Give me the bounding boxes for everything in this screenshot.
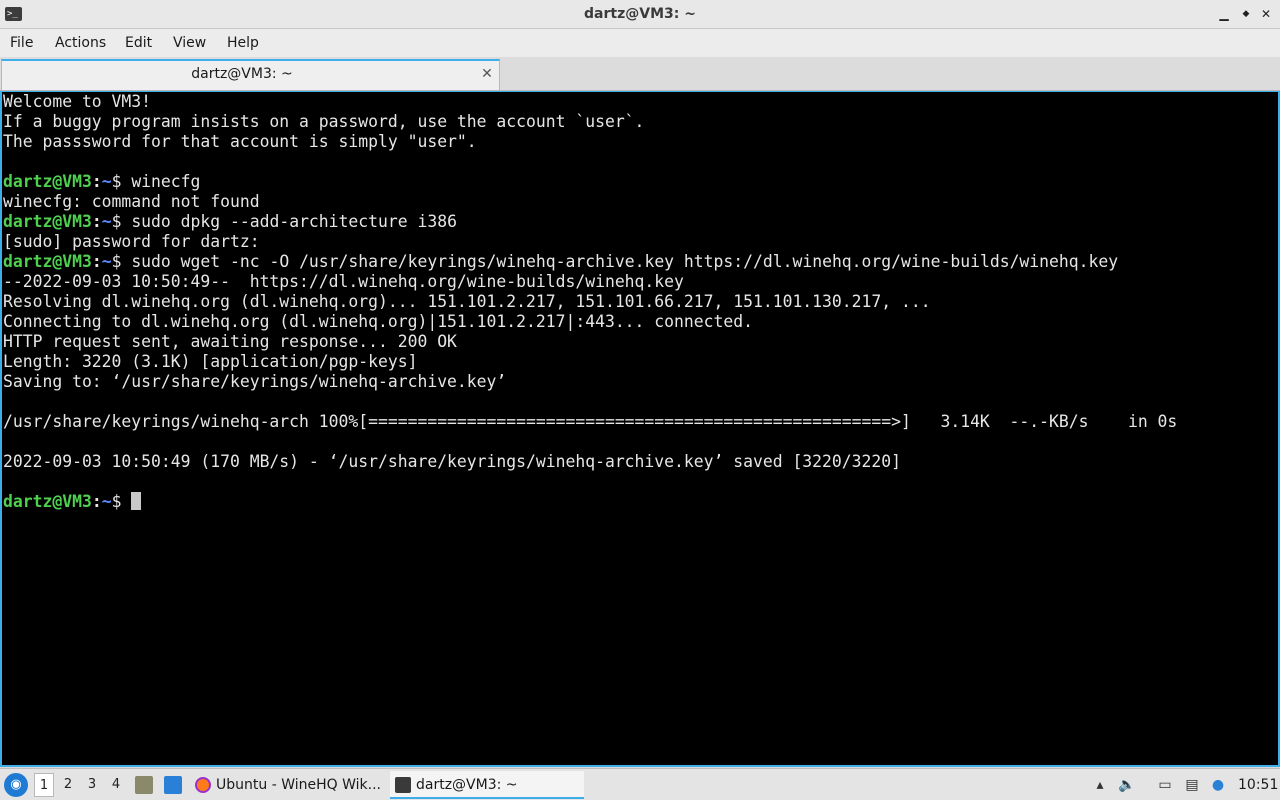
terminal-command-line: dartz@VM3:~$ winecfg [3, 172, 1278, 192]
tab-bar: dartz@VM3: ~ ✕ [0, 57, 1280, 91]
file-manager-icon[interactable] [135, 776, 153, 794]
window-title: dartz@VM3: ~ [584, 6, 696, 22]
menu-file[interactable]: File [10, 29, 33, 57]
terminal-output-line: Saving to: ‘/usr/share/keyrings/winehq-a… [3, 372, 507, 391]
tab-label: dartz@VM3: ~ [191, 66, 293, 82]
terminal-current-prompt: dartz@VM3:~$ [3, 492, 1278, 512]
prompt-separator: : [91, 492, 102, 511]
task-firefox-label: Ubuntu - WineHQ Wik... [216, 777, 381, 793]
menu-help[interactable]: Help [227, 29, 259, 57]
prompt-path: ~ [101, 172, 112, 191]
command-text: sudo wget -nc -O /usr/share/keyrings/win… [131, 252, 1119, 271]
command-text: winecfg [131, 172, 201, 191]
menu-bar: File Actions Edit View Help [0, 29, 1280, 57]
workspace-3[interactable]: 3 [82, 773, 102, 797]
close-button[interactable]: ✕ [1258, 6, 1274, 22]
minimize-button[interactable]: ▁ [1216, 6, 1232, 22]
terminal-view[interactable]: Welcome to VM3! If a buggy program insist… [0, 91, 1280, 767]
maximize-button[interactable]: ◆ [1238, 6, 1254, 22]
menu-edit[interactable]: Edit [125, 29, 152, 57]
tab-terminal[interactable]: dartz@VM3: ~ ✕ [1, 59, 500, 90]
terminal-output-line: HTTP request sent, awaiting response... … [3, 332, 457, 351]
update-notifier-icon[interactable]: ● [1209, 776, 1227, 794]
terminal-output-line: If a buggy program insists on a password… [3, 112, 645, 131]
task-terminal[interactable]: dartz@VM3: ~ [390, 771, 584, 799]
prompt-separator: : [91, 172, 102, 191]
task-firefox[interactable]: Ubuntu - WineHQ Wik... [190, 771, 386, 799]
prompt-separator: : [91, 252, 102, 271]
prompt-user: dartz@VM3 [3, 172, 92, 191]
clock[interactable]: 10:51 [1238, 769, 1278, 800]
prompt-path: ~ [101, 492, 112, 511]
terminal-output-line: The passsword for that account is simply… [3, 132, 477, 151]
task-terminal-label: dartz@VM3: ~ [416, 777, 518, 793]
terminal-output-line: winecfg: command not found [3, 192, 260, 211]
start-menu-icon[interactable]: ◉ [4, 773, 28, 797]
prompt-user: dartz@VM3 [3, 212, 92, 231]
terminal-output-line: --2022-09-03 10:50:49-- https://dl.wineh… [3, 272, 684, 291]
workspace-4[interactable]: 4 [106, 773, 126, 797]
prompt-symbol: $ [111, 492, 132, 511]
terminal-output: Welcome to VM3! If a buggy program insist… [3, 92, 1278, 512]
prompt-symbol: $ [111, 212, 132, 231]
terminal-output-line: [sudo] password for dartz: [3, 232, 260, 251]
terminal-output-line: Length: 3220 (3.1K) [application/pgp-key… [3, 352, 418, 371]
workspace-2[interactable]: 2 [58, 773, 78, 797]
terminal-output-line: Connecting to dl.winehq.org (dl.winehq.o… [3, 312, 753, 331]
volume-icon[interactable]: 🔈 [1118, 776, 1136, 794]
prompt-symbol: $ [111, 252, 132, 271]
terminal-output-line: 2022-09-03 10:50:49 (170 MB/s) - ‘/usr/s… [3, 452, 901, 471]
prompt-path: ~ [101, 212, 112, 231]
show-desktop-icon[interactable] [164, 776, 182, 794]
window-titlebar[interactable]: >_ dartz@VM3: ~ ▁ ◆ ✕ [0, 0, 1280, 29]
terminal-icon [395, 777, 411, 793]
clipboard-icon[interactable]: ▤ [1183, 776, 1201, 794]
terminal-output-line: Welcome to VM3! [3, 92, 152, 111]
tab-close-icon[interactable]: ✕ [479, 66, 495, 82]
prompt-symbol: $ [111, 172, 132, 191]
workspace-1[interactable]: 1 [34, 773, 54, 797]
terminal-output-line: /usr/share/keyrings/winehq-arch 100%[===… [3, 412, 1178, 431]
text-cursor[interactable] [131, 492, 142, 510]
taskbar: ◉ 1 2 3 4 Ubuntu - WineHQ Wik... dartz@V… [0, 768, 1280, 800]
command-text: sudo dpkg --add-architecture i386 [131, 212, 457, 231]
prompt-user: dartz@VM3 [3, 252, 92, 271]
firefox-icon [195, 777, 211, 793]
menu-actions[interactable]: Actions [55, 29, 106, 57]
terminal-output-line: Resolving dl.winehq.org (dl.winehq.org).… [3, 292, 931, 311]
tray-arrow-icon[interactable]: ▴ [1091, 776, 1109, 794]
terminal-command-line: dartz@VM3:~$ sudo wget -nc -O /usr/share… [3, 252, 1278, 272]
network-icon[interactable]: ▭ [1156, 776, 1174, 794]
prompt-separator: : [91, 212, 102, 231]
terminal-command-line: dartz@VM3:~$ sudo dpkg --add-architectur… [3, 212, 1278, 232]
prompt-path: ~ [101, 252, 112, 271]
prompt-user: dartz@VM3 [3, 492, 92, 511]
menu-view[interactable]: View [173, 29, 206, 57]
